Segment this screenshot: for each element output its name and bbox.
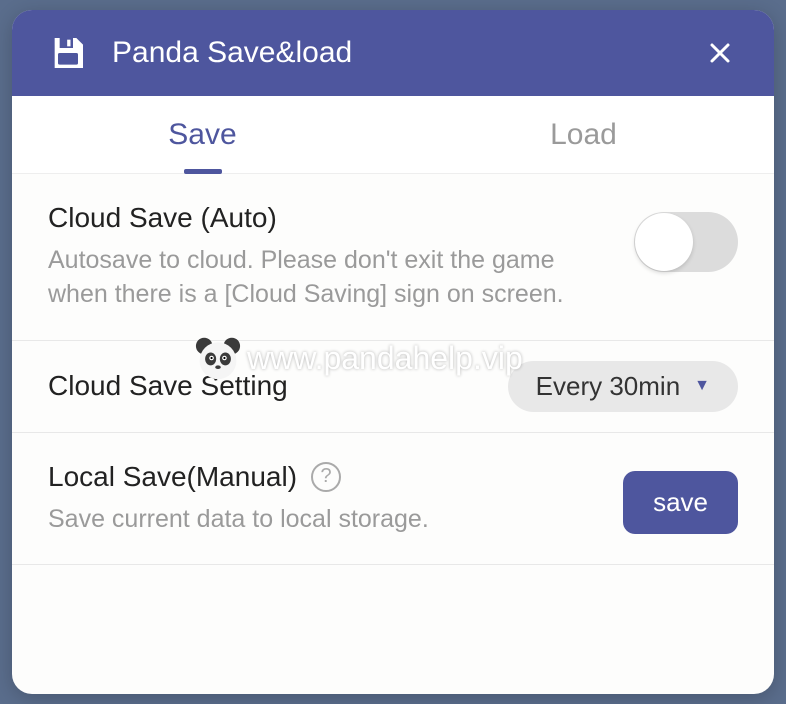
local-save-title: Local Save(Manual) ?: [48, 461, 603, 493]
tab-save[interactable]: Save: [12, 96, 393, 173]
chevron-down-icon: ▼: [694, 377, 710, 395]
interval-dropdown[interactable]: Every 30min ▼: [508, 361, 738, 412]
cloud-auto-toggle[interactable]: [634, 212, 738, 272]
local-save-row: Local Save(Manual) ? Save current data t…: [12, 433, 774, 566]
help-icon[interactable]: ?: [311, 462, 341, 492]
cloud-setting-label: Cloud Save Setting: [48, 370, 288, 402]
floppy-disk-icon: [48, 33, 88, 73]
close-button[interactable]: [702, 35, 738, 71]
local-save-subtitle: Save current data to local storage.: [48, 503, 603, 537]
save-button[interactable]: save: [623, 471, 738, 534]
cloud-auto-row: Cloud Save (Auto) Autosave to cloud. Ple…: [12, 174, 774, 341]
modal-header: Panda Save&load: [12, 10, 774, 96]
modal-title: Panda Save&load: [112, 36, 352, 70]
tab-load[interactable]: Load: [393, 96, 774, 173]
content-area: Cloud Save (Auto) Autosave to cloud. Ple…: [12, 174, 774, 565]
tab-bar: Save Load: [12, 96, 774, 174]
cloud-setting-row: Cloud Save Setting Every 30min ▼: [12, 341, 774, 433]
local-save-title-text: Local Save(Manual): [48, 461, 297, 493]
cloud-auto-title: Cloud Save (Auto): [48, 202, 614, 234]
dropdown-value: Every 30min: [536, 371, 681, 402]
header-left: Panda Save&load: [48, 33, 352, 73]
cloud-auto-text: Cloud Save (Auto) Autosave to cloud. Ple…: [48, 202, 634, 312]
save-load-modal: Panda Save&load Save Load Cloud Save (Au…: [12, 10, 774, 694]
cloud-auto-subtitle: Autosave to cloud. Please don't exit the…: [48, 244, 614, 312]
local-save-text: Local Save(Manual) ? Save current data t…: [48, 461, 623, 537]
toggle-knob: [635, 213, 693, 271]
